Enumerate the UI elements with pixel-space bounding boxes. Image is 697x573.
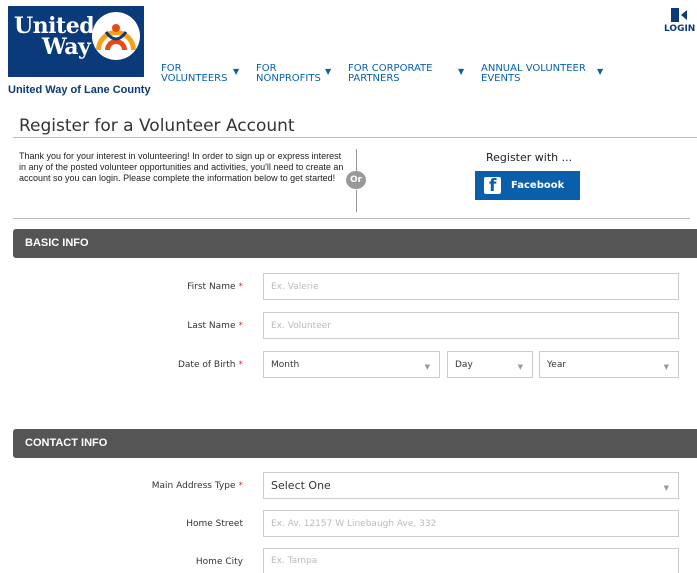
main-address-type-label: Main Address Type * xyxy=(0,481,243,491)
main-address-type-label-text: Main Address Type xyxy=(151,481,236,491)
required-mark: * xyxy=(238,360,244,370)
dob-label-text: Date of Birth xyxy=(177,360,236,370)
home-street-placeholder: Ex. Av. 12157 W Linebaugh Ave, 332 xyxy=(271,518,437,529)
intro-text: Thank you for your interest in volunteer… xyxy=(19,151,344,183)
page-title: Register for a Volunteer Account xyxy=(19,116,295,136)
home-street-field[interactable]: Ex. Av. 12157 W Linebaugh Ave, 332 xyxy=(263,510,679,537)
nav-label-line2: EVENTS xyxy=(481,73,521,84)
first-name-placeholder: Ex. Valerie xyxy=(271,281,319,292)
last-name-field[interactable]: Ex. Volunteer xyxy=(263,312,679,339)
dob-day-value: Day xyxy=(455,359,473,370)
chevron-down-icon: ▼ xyxy=(424,363,430,371)
home-city-label-text: Home City xyxy=(195,557,243,567)
chevron-down-icon[interactable]: ▼ xyxy=(597,67,603,76)
or-divider-bottom xyxy=(356,190,357,212)
first-name-label: First Name * xyxy=(0,282,243,292)
section-basic-info: BASIC INFO xyxy=(13,229,697,258)
login-icon[interactable] xyxy=(670,8,688,22)
nav-for-volunteers[interactable]: FOR VOLUNTEERS xyxy=(161,64,227,84)
logo-word-way: Way xyxy=(42,34,91,60)
or-divider-top xyxy=(356,149,357,171)
home-street-label-text: Home Street xyxy=(186,519,243,529)
dob-year-select[interactable]: Year ▼ xyxy=(539,351,679,378)
home-city-field[interactable]: Ex. Tampa xyxy=(263,548,679,573)
first-name-field[interactable]: Ex. Valerie xyxy=(263,273,679,300)
facebook-button-label: Facebook xyxy=(511,180,565,191)
main-address-type-value: Select One xyxy=(271,479,331,492)
home-city-label: Home City xyxy=(0,557,243,567)
main-address-type-select[interactable]: Select One ▼ xyxy=(263,472,679,499)
required-mark: * xyxy=(238,321,244,331)
home-street-label: Home Street xyxy=(0,519,243,529)
home-city-placeholder: Ex. Tampa xyxy=(271,556,318,566)
section-contact-info: CONTACT INFO xyxy=(13,429,697,458)
login-link[interactable]: LOGIN xyxy=(664,24,695,34)
chevron-down-icon[interactable]: ▼ xyxy=(458,67,464,76)
dob-month-select[interactable]: Month ▼ xyxy=(263,351,440,378)
dob-month-value: Month xyxy=(271,359,300,370)
facebook-icon: f xyxy=(484,176,501,196)
chevron-down-icon[interactable]: ▼ xyxy=(233,67,239,76)
nav-label-line2: NONPROFITS xyxy=(256,73,321,84)
last-name-placeholder: Ex. Volunteer xyxy=(271,320,331,331)
chevron-down-icon: ▼ xyxy=(663,484,669,492)
facebook-register-button[interactable]: f Facebook xyxy=(475,171,580,200)
dob-day-select[interactable]: Day ▼ xyxy=(447,351,533,378)
nav-for-corporate-partners[interactable]: FOR CORPORATE PARTNERS xyxy=(348,64,433,84)
nav-for-nonprofits[interactable]: FOR NONPROFITS xyxy=(256,64,321,84)
united-way-emblem-icon xyxy=(92,12,140,60)
chevron-down-icon[interactable]: ▼ xyxy=(325,67,331,76)
section-divider xyxy=(13,218,690,219)
title-divider xyxy=(13,137,697,138)
last-name-label: Last Name * xyxy=(0,321,243,331)
nav-annual-volunteer-events[interactable]: ANNUAL VOLUNTEER EVENTS xyxy=(481,64,586,84)
org-name[interactable]: United Way of Lane County xyxy=(8,84,151,96)
dob-year-value: Year xyxy=(547,359,567,370)
chevron-down-icon: ▼ xyxy=(663,363,669,371)
dob-label: Date of Birth * xyxy=(0,360,243,370)
or-badge: Or xyxy=(346,171,366,189)
nav-label-line2: VOLUNTEERS xyxy=(161,73,228,84)
nav-label-line2: PARTNERS xyxy=(348,73,400,84)
chevron-down-icon: ▼ xyxy=(517,363,523,371)
required-mark: * xyxy=(238,282,244,292)
register-with-label: Register with ... xyxy=(486,151,573,164)
first-name-label-text: First Name xyxy=(187,282,236,292)
last-name-label-text: Last Name xyxy=(187,321,236,331)
required-mark: * xyxy=(238,481,244,491)
